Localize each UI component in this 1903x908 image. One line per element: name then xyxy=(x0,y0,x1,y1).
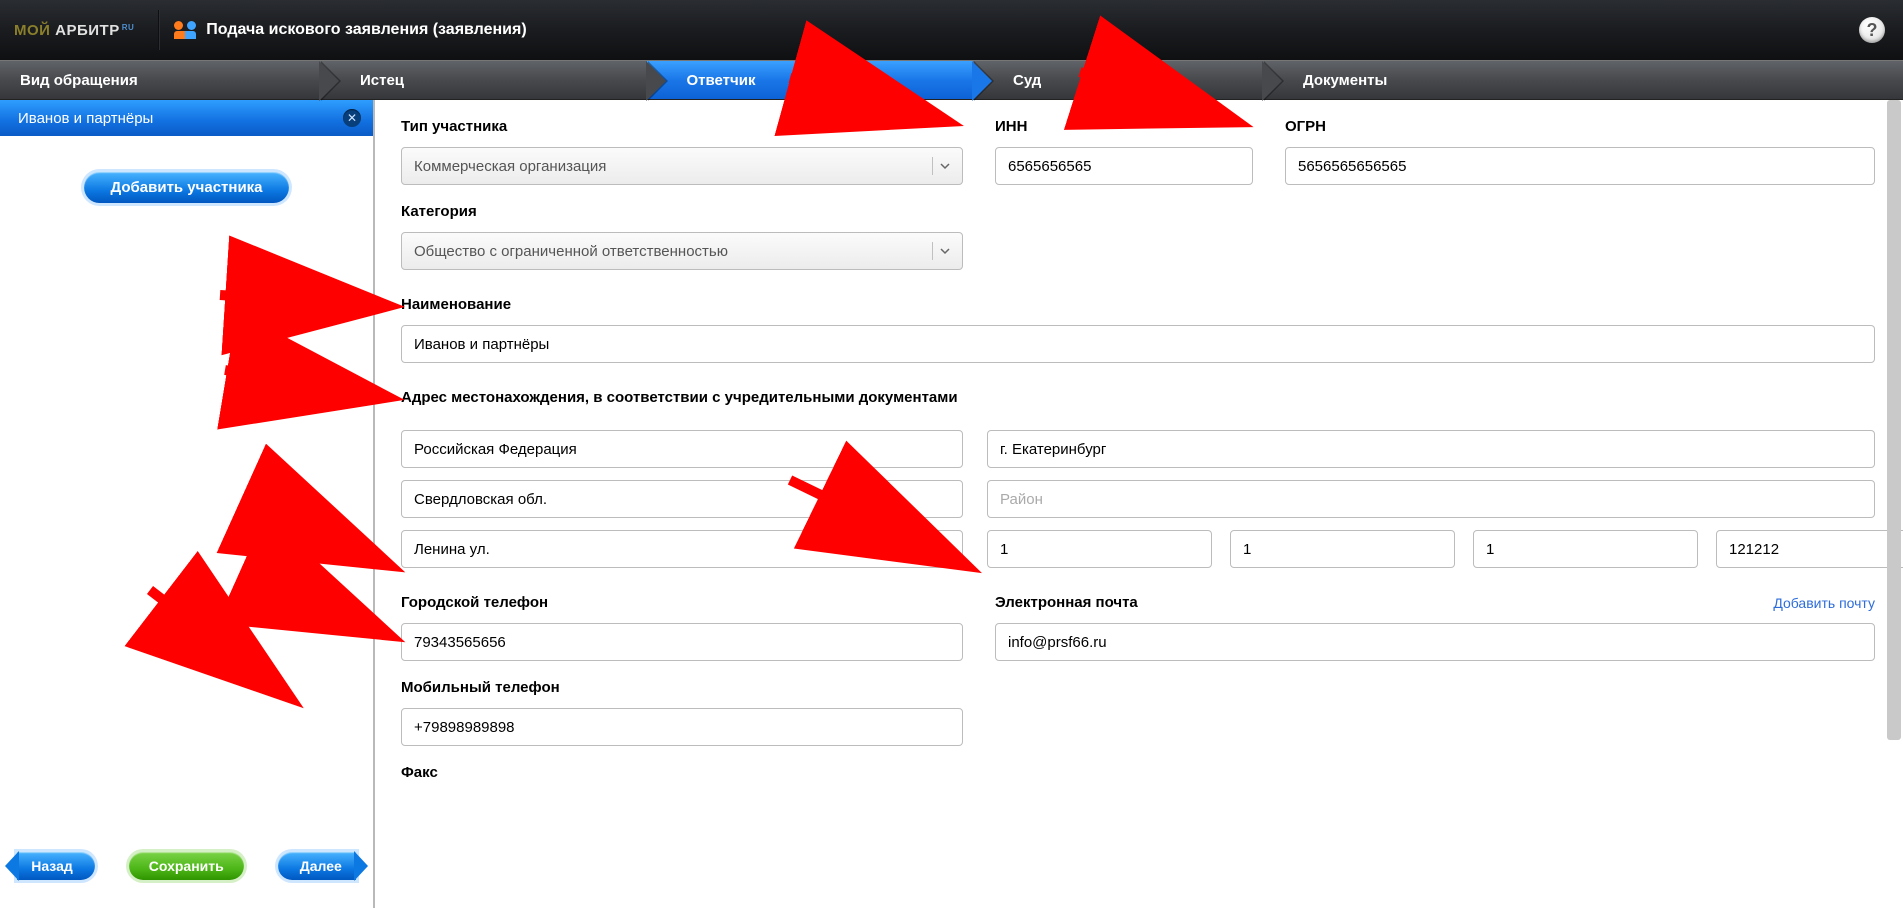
fax-label: Факс xyxy=(401,764,1875,781)
participant-type-label: Тип участника xyxy=(401,118,963,135)
select-value: Общество с ограниченной ответственностью xyxy=(414,243,728,260)
chevron-down-icon xyxy=(932,157,950,175)
step-label: Суд xyxy=(1013,72,1041,89)
form-panel: Тип участника Коммерческая организация И… xyxy=(375,100,1903,908)
email-input[interactable] xyxy=(995,623,1875,661)
address-country-input[interactable] xyxy=(401,430,963,468)
next-button[interactable]: Далее xyxy=(278,852,356,880)
save-button[interactable]: Сохранить xyxy=(129,852,244,880)
step-label: Ответчик xyxy=(687,72,756,89)
chevron-down-icon xyxy=(932,242,950,260)
category-select[interactable]: Общество с ограниченной ответственностью xyxy=(401,232,963,270)
steps-nav: Вид обращения Истец Ответчик Суд Докумен… xyxy=(0,60,1903,100)
mobile-phone-label: Мобильный телефон xyxy=(401,679,963,696)
participant-type-select[interactable]: Коммерческая организация xyxy=(401,147,963,185)
step-court[interactable]: Суд xyxy=(973,61,1263,99)
brand-ru: RU xyxy=(122,23,135,32)
brand-logo: МОЙ АРБИТР RU xyxy=(14,22,134,39)
vertical-divider xyxy=(158,10,160,50)
participant-tab[interactable]: Иванов и партнёры ✕ xyxy=(0,100,373,136)
add-participant-button[interactable]: Добавить участника xyxy=(84,172,288,203)
city-phone-input[interactable] xyxy=(401,623,963,661)
address-building-input[interactable] xyxy=(1230,530,1455,568)
add-email-link[interactable]: Добавить почту xyxy=(1773,595,1875,611)
people-icon xyxy=(174,21,196,39)
inn-label: ИНН xyxy=(995,118,1253,135)
address-house-input[interactable] xyxy=(987,530,1212,568)
scrollbar-thumb[interactable] xyxy=(1887,100,1901,740)
address-postcode-input[interactable] xyxy=(1716,530,1903,568)
category-label: Категория xyxy=(401,203,963,220)
sidebar: Иванов и партнёры ✕ Добавить участника Н… xyxy=(0,100,375,908)
step-label: Истец xyxy=(360,72,404,89)
address-flat-input[interactable] xyxy=(1473,530,1698,568)
address-label: Адрес местонахождения, в соответствии с … xyxy=(401,389,1875,406)
close-icon[interactable]: ✕ xyxy=(343,109,361,127)
participant-name: Иванов и партнёры xyxy=(18,110,153,127)
address-city-input[interactable] xyxy=(987,430,1875,468)
step-label: Вид обращения xyxy=(20,72,138,89)
address-district-input[interactable] xyxy=(987,480,1875,518)
email-label: Электронная почта xyxy=(995,594,1138,611)
brand-part2: АРБИТР xyxy=(55,22,120,39)
wizard-buttons: Назад Сохранить Далее xyxy=(0,852,373,880)
name-label: Наименование xyxy=(401,296,1875,313)
help-icon[interactable]: ? xyxy=(1859,17,1885,43)
page-title: Подача искового заявления (заявления) xyxy=(206,21,526,39)
step-type[interactable]: Вид обращения xyxy=(0,61,320,99)
step-label: Документы xyxy=(1303,72,1387,89)
address-street-input[interactable] xyxy=(401,530,963,568)
address-region-input[interactable] xyxy=(401,480,963,518)
top-bar: МОЙ АРБИТР RU Подача искового заявления … xyxy=(0,0,1903,60)
step-defendant[interactable]: Ответчик xyxy=(647,61,974,99)
brand-part1: МОЙ xyxy=(14,22,50,39)
select-value: Коммерческая организация xyxy=(414,158,606,175)
inn-input[interactable] xyxy=(995,147,1253,185)
back-button[interactable]: Назад xyxy=(17,852,95,880)
name-input[interactable] xyxy=(401,325,1875,363)
step-documents[interactable]: Документы xyxy=(1263,61,1903,99)
city-phone-label: Городской телефон xyxy=(401,594,963,611)
ogrn-input[interactable] xyxy=(1285,147,1875,185)
step-plaintiff[interactable]: Истец xyxy=(320,61,647,99)
ogrn-label: ОГРН xyxy=(1285,118,1875,135)
mobile-phone-input[interactable] xyxy=(401,708,963,746)
